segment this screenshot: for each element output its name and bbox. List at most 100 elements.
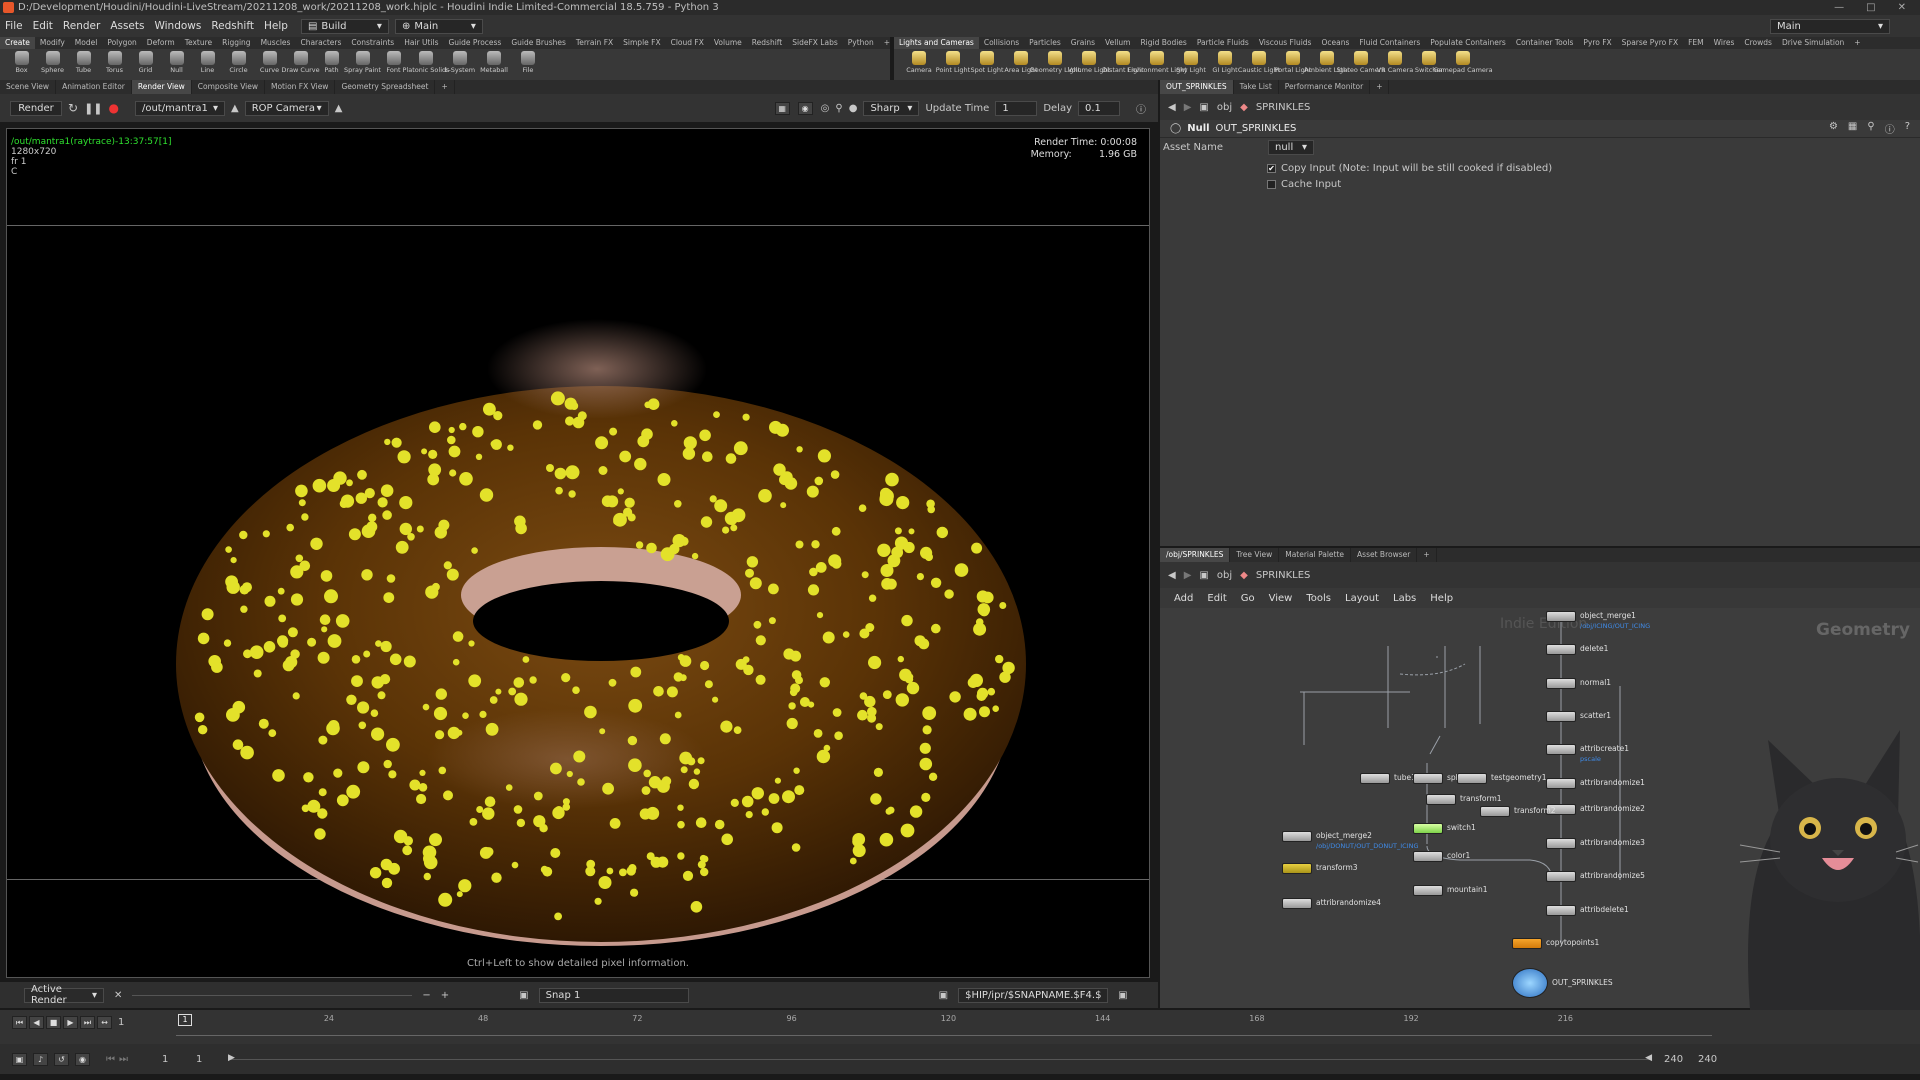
tool-box[interactable]: Box <box>6 49 37 80</box>
keyframe-icon[interactable]: ▣ <box>12 1052 27 1066</box>
folder-icon[interactable]: ▣ <box>1118 990 1127 1001</box>
shelf-tab-terrain-fx[interactable]: Terrain FX <box>571 37 618 49</box>
shelf-tab-drive-simulation[interactable]: Drive Simulation <box>1777 37 1849 49</box>
tool-font[interactable]: Font <box>378 49 409 80</box>
menu-render[interactable]: Render <box>58 20 105 32</box>
shelf-tab-python[interactable]: Python <box>843 37 879 49</box>
shelf-tab-texture[interactable]: Texture <box>180 37 217 49</box>
tab-asset-browser[interactable]: Asset Browser <box>1351 548 1418 562</box>
maximize-icon[interactable]: □ <box>1866 2 1875 13</box>
forward-icon[interactable]: ▶ <box>1184 102 1192 113</box>
tool-circle[interactable]: Circle <box>223 49 254 80</box>
tool-stereo-camera[interactable]: Stereo Camera <box>1337 49 1385 80</box>
add-tab-icon[interactable]: + <box>1849 37 1865 49</box>
tool-sky-light[interactable]: Sky Light <box>1174 49 1208 80</box>
pin-icon[interactable]: ▲ <box>231 103 239 114</box>
node-scatter1[interactable] <box>1546 711 1576 722</box>
realtime-icon[interactable]: ◉ <box>75 1052 90 1066</box>
desktop-dropdown[interactable]: ▤ Build ▾ <box>300 18 389 34</box>
tab-render-view[interactable]: Render View <box>131 80 192 94</box>
tool-caustic-light[interactable]: Caustic Light <box>1238 49 1280 80</box>
tool-curve[interactable]: Curve <box>254 49 285 80</box>
tool-camera[interactable]: Camera <box>902 49 936 80</box>
shelf-tab-collisions[interactable]: Collisions <box>979 37 1024 49</box>
pause-icon[interactable]: ❚❚ <box>84 102 102 115</box>
close-icon[interactable]: ✕ <box>1898 2 1906 13</box>
range-end-field[interactable]: 240 <box>1664 1054 1694 1065</box>
tool-grid[interactable]: Grid <box>130 49 161 80</box>
lock-icon[interactable]: ▣ <box>939 990 948 1001</box>
shelf-tab-cloud-fx[interactable]: Cloud FX <box>666 37 709 49</box>
back-icon[interactable]: ◀ <box>1168 102 1176 113</box>
shelf-tab-lights-and-cameras[interactable]: Lights and Cameras <box>894 37 979 49</box>
tool-tube[interactable]: Tube <box>68 49 99 80</box>
shelf-tab-volume[interactable]: Volume <box>709 37 747 49</box>
node-sphere1[interactable] <box>1413 773 1443 784</box>
tool-l-system[interactable]: L-System <box>443 49 477 80</box>
tool-draw-curve[interactable]: Draw Curve <box>281 49 320 80</box>
delay-field[interactable]: 0.1 <box>1078 100 1120 116</box>
node-transform2[interactable] <box>1480 806 1510 817</box>
zoom-icon[interactable]: ⚲ <box>835 103 842 114</box>
tool-platonic-solids[interactable]: Platonic Solids <box>402 49 450 80</box>
context-dropdown[interactable]: ⊕ Main ▾ <box>394 18 483 34</box>
shelf-tab-polygon[interactable]: Polygon <box>102 37 141 49</box>
tab-obj-sprinkles[interactable]: /obj/SPRINKLES <box>1160 548 1231 562</box>
shelf-tab-sparse-pyro-fx[interactable]: Sparse Pyro FX <box>1617 37 1683 49</box>
shelf-tab-particle-fluids[interactable]: Particle Fluids <box>1192 37 1254 49</box>
tool-volume-light[interactable]: Volume Light <box>1068 49 1110 80</box>
shelf-tab-create[interactable]: Create <box>0 37 35 49</box>
shelf-tab-guide-brushes[interactable]: Guide Brushes <box>506 37 571 49</box>
tool-spray-paint[interactable]: Spray Paint <box>344 49 381 80</box>
range-start2-field[interactable]: 1 <box>196 1054 226 1065</box>
snap-name-field[interactable]: Snap 1 <box>538 987 689 1003</box>
shelf-tab-fluid-containers[interactable]: Fluid Containers <box>1354 37 1425 49</box>
render-button[interactable]: Render <box>10 100 62 116</box>
tool-path[interactable]: Path <box>316 49 347 80</box>
node-attribdelete1[interactable] <box>1546 905 1576 916</box>
path-node[interactable]: SPRINKLES <box>1256 570 1311 581</box>
tool-point-light[interactable]: Point Light <box>936 49 970 80</box>
node-attribrandomize1[interactable] <box>1546 778 1576 789</box>
shelf-tab-rigid-bodies[interactable]: Rigid Bodies <box>1135 37 1191 49</box>
timeline[interactable]: ⏮ ◀ ■ ▶ ⏭ ↔ 1 24 48 72 96 120 144 168 192 216 1 <box>0 1010 1920 1044</box>
tool-environment-light[interactable]: Environment Light <box>1127 49 1187 80</box>
node-attribrandomize3[interactable] <box>1546 838 1576 849</box>
shelf-tab-characters[interactable]: Characters <box>295 37 346 49</box>
add-tab-icon[interactable]: + <box>1370 80 1390 94</box>
jump-end-icon[interactable]: ⏭ <box>80 1016 95 1029</box>
shelf-tab-modify[interactable]: Modify <box>35 37 70 49</box>
shelf-tab-simple-fx[interactable]: Simple FX <box>618 37 665 49</box>
audio-icon[interactable]: ♪ <box>33 1052 48 1066</box>
node-attribrandomize4[interactable] <box>1282 898 1312 909</box>
add-tab-icon[interactable]: + <box>879 37 895 49</box>
range-slider[interactable]: ▶ ◀ <box>228 1053 1652 1063</box>
tool-ambient-light[interactable]: Ambient Light <box>1304 49 1350 80</box>
snapshot-icon[interactable]: ◉ <box>797 101 813 115</box>
node-tube1[interactable] <box>1360 773 1390 784</box>
shelf-tab-wires[interactable]: Wires <box>1709 37 1740 49</box>
cache-input-row[interactable]: Cache Input <box>1160 176 1920 192</box>
minimize-icon[interactable]: — <box>1834 2 1844 13</box>
snapshot-slider[interactable] <box>132 994 413 996</box>
tool-metaball[interactable]: Metaball <box>477 49 511 80</box>
tab-geometry-spreadsheet[interactable]: Geometry Spreadsheet <box>335 80 436 94</box>
tool-file[interactable]: File <box>511 49 545 80</box>
camera-pick-icon[interactable]: ▲ <box>335 103 343 114</box>
play-icon[interactable]: ▶ <box>63 1016 78 1029</box>
jump-start-icon[interactable]: ⏮ <box>12 1016 27 1029</box>
light-icon[interactable]: ◎ <box>821 103 830 114</box>
shelf-tab-muscles[interactable]: Muscles <box>256 37 296 49</box>
sphere-icon[interactable]: ● <box>849 103 858 114</box>
network-menu-view[interactable]: View <box>1269 593 1293 604</box>
help-icon[interactable]: ⓘ <box>1136 101 1146 116</box>
tab-performance-monitor[interactable]: Performance Monitor <box>1279 80 1371 94</box>
node-normal1[interactable] <box>1546 678 1576 689</box>
shelf-tab-pyro-fx[interactable]: Pyro FX <box>1578 37 1616 49</box>
timeline-ruler[interactable]: 24 48 72 96 120 144 168 192 216 1 <box>176 1014 1712 1036</box>
node-color1[interactable] <box>1413 851 1443 862</box>
menu-windows[interactable]: Windows <box>149 20 206 32</box>
tab-scene-view[interactable]: Scene View <box>0 80 57 94</box>
menu-redshift[interactable]: Redshift <box>206 20 259 32</box>
tool-vr-camera[interactable]: VR Camera <box>1377 49 1413 80</box>
